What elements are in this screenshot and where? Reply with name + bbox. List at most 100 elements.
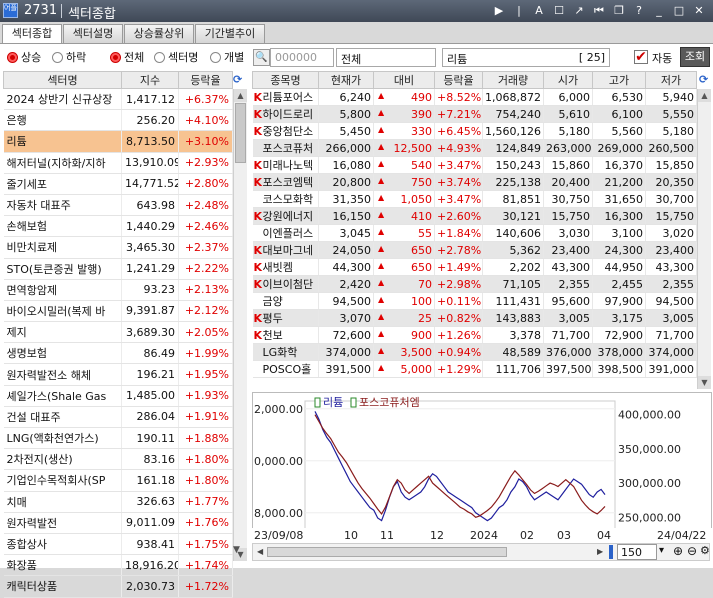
scroll-up-icon[interactable]: ▲ (234, 89, 247, 102)
sector-row[interactable]: 건설 대표주 286.04 +1.91% (3, 406, 233, 429)
clip-icon[interactable]: ☐ (549, 3, 569, 19)
play-icon[interactable]: ▶ (489, 3, 509, 19)
sector-row[interactable]: 기업인수목적회사(SP 161.18 +1.80% (3, 469, 233, 492)
selected-sector-field[interactable]: 리튬 [ 25] (442, 48, 610, 67)
zoom-slider-icon[interactable] (609, 545, 613, 559)
minimize-icon[interactable]: _ (649, 3, 669, 19)
sector-row[interactable]: 리튬 8,713.50 +3.10% (3, 130, 233, 153)
stock-row[interactable]: 이엔플러스 3,045 ▲ 55 +1.84% 140,606 3,030 3,100 3,02… (252, 224, 697, 242)
tab-sector-description[interactable]: 섹터설명 (63, 24, 123, 43)
col-volume[interactable]: 거래량 (482, 71, 544, 89)
sector-row[interactable]: 원자력발전 9,011.09 +1.76% (3, 512, 233, 534)
radio-up-icon[interactable] (7, 51, 18, 63)
stock-row[interactable]: K평두 3,070 ▲ 25 +0.82% 143,883 3,005 3,175 3,005 (252, 309, 697, 327)
query-button[interactable]: 조회 (680, 47, 710, 67)
stock-row[interactable]: K새빗켐 44,300 ▲ 650 +1.49% 2,202 43,300 44,950 43,… (252, 258, 697, 276)
sector-row[interactable]: 해저터널(지하화/지하 13,910.09 +2.93% (3, 152, 233, 174)
col-diff[interactable]: 대비 (373, 71, 435, 89)
auto-checkbox[interactable]: ✔ (634, 50, 648, 64)
link-icon[interactable]: ↗ (569, 3, 589, 19)
stock-row[interactable]: K포스코엠텍 20,800 ▲ 750 +3.74% 225,138 20,400 21,20… (252, 173, 697, 191)
col-high[interactable]: 고가 (592, 71, 646, 89)
help-icon[interactable]: ? (629, 3, 649, 19)
zoom-spin-icon[interactable]: ▾ (659, 545, 671, 556)
copy-icon[interactable]: ❐ (609, 3, 629, 19)
col-low[interactable]: 저가 (645, 71, 697, 89)
stock-row[interactable]: K하이드로리 5,800 ▲ 390 +7.21% 754,240 5,610 6,100 5,… (252, 105, 697, 123)
tab-period-trend[interactable]: 기간별추이 (195, 24, 265, 43)
sector-row[interactable]: 은행 256.20 +4.10% (3, 109, 233, 132)
filter-all[interactable]: 전체 (110, 48, 144, 66)
filter-individual[interactable]: 개별 (210, 48, 244, 66)
stock-row[interactable]: K중앙첨단소 5,450 ▲ 330 +6.45% 1,560,126 5,180 5,560… (252, 122, 697, 140)
sector-scrollbar[interactable]: ▲ ▼ (233, 89, 247, 561)
chart-scroll-left-icon[interactable]: ◀ (257, 547, 267, 557)
col-price[interactable]: 현재가 (318, 71, 374, 89)
stock-scroll-up-icon[interactable]: ▲ (698, 89, 711, 102)
chart-scroll-right-icon[interactable]: ▶ (597, 547, 607, 557)
chart-h-scroll-thumb[interactable] (267, 547, 507, 557)
sector-row[interactable]: 제지 3,689.30 +2.05% (3, 321, 233, 344)
sector-row[interactable]: 셰일가스(Shale Gas 1,485.00 +1.93% (3, 385, 233, 407)
sector-row[interactable]: 줄기세포 14,771.52 +2.80% (3, 173, 233, 195)
sector-row[interactable]: 비만치료제 3,465.30 +2.37% (3, 236, 233, 259)
stock-scroll-down-icon[interactable]: ▼ (698, 376, 711, 389)
refresh-icon[interactable]: ⟳ (233, 73, 242, 86)
sector-row[interactable]: 손해보험 1,440.29 +2.46% (3, 215, 233, 238)
search-icon[interactable]: 🔍 (253, 49, 270, 66)
col-change[interactable]: 등락율 (178, 71, 233, 89)
radio-all-icon[interactable] (110, 51, 121, 63)
radio-down-icon[interactable] (52, 51, 63, 63)
text-icon[interactable]: A (529, 3, 549, 19)
sector-row[interactable]: 2차전지(생산) 83.16 +1.80% (3, 448, 233, 471)
filter-down[interactable]: 하락 (52, 48, 86, 66)
zoom-input[interactable]: 150 (617, 544, 657, 560)
stock-row[interactable]: K대보마그네 24,050 ▲ 650 +2.78% 5,362 23,400 24,300 2… (252, 241, 697, 259)
zoom-out-icon[interactable]: ⊖ (687, 544, 697, 558)
first-icon[interactable]: ⏮ (589, 3, 609, 19)
sector-scroll-thumb[interactable] (235, 103, 246, 163)
stock-row[interactable]: K이브이첨단 2,420 ▲ 70 +2.98% 71,105 2,355 2,455 2,35… (252, 275, 697, 293)
stock-scrollbar[interactable]: ▲ ▼ (697, 89, 711, 389)
col-sector-name[interactable]: 섹터명 (3, 71, 122, 89)
filter-up[interactable]: 상승 (7, 48, 41, 66)
sector-row[interactable]: 바이오시밀러(복제 바 9,391.87 +2.12% (3, 300, 233, 323)
sector-h-scroll[interactable]: ▼ (4, 544, 248, 560)
refresh-stock-icon[interactable]: ⟳ (699, 73, 708, 86)
stock-row[interactable]: K리튬포어스 6,240 ▲ 490 +8.52% 1,068,872 6,000 6,530… (252, 88, 697, 106)
stock-row[interactable]: K강원에너지 16,150 ▲ 410 +2.60% 30,121 15,750 16,300… (252, 207, 697, 225)
sector-row[interactable]: 생명보험 86.49 +1.99% (3, 342, 233, 365)
maximize-icon[interactable]: □ (669, 3, 689, 19)
stock-row[interactable]: K미래나노텍 16,080 ▲ 540 +3.47% 150,243 15,860 16,37… (252, 156, 697, 174)
col-stock-name[interactable]: 종목명 (252, 71, 319, 89)
sector-row[interactable]: LNG(액화천연가스) 190.11 +1.88% (3, 427, 233, 450)
price-cell: 44,300 (318, 258, 374, 276)
sector-row[interactable]: 치매 326.63 +1.77% (3, 491, 233, 513)
sector-h-scroll-icon[interactable]: ▼ (233, 545, 240, 555)
sector-row[interactable]: 캐릭터상품 2,030.73 +1.72% (3, 575, 233, 598)
stock-row[interactable]: 금양 94,500 ▲ 100 +0.11% 111,431 95,600 97,900 94,… (252, 292, 697, 310)
sector-row[interactable]: STO(토큰증권 발행) 1,241.29 +2.22% (3, 258, 233, 280)
tab-top-gainers[interactable]: 상승률상위 (124, 24, 194, 43)
chart-settings-icon[interactable]: ⚙ (700, 544, 710, 557)
stock-row[interactable]: POSCO홀 391,500 ▲ 5,000 +1.29% 111,706 397,500 3… (252, 360, 697, 378)
filter-sector[interactable]: 섹터명 (154, 48, 198, 66)
zoom-in-icon[interactable]: ⊕ (673, 544, 683, 558)
sector-row[interactable]: 면역항암제 93.23 +2.13% (3, 279, 233, 301)
scope-input[interactable]: 전체 (336, 48, 436, 67)
stock-row[interactable]: 포스코퓨처 266,000 ▲ 12,500 +4.93% 124,849 263,000 2… (252, 139, 697, 157)
col-index[interactable]: 지수 (121, 71, 179, 89)
stock-row[interactable]: 코스모화학 31,350 ▲ 1,050 +3.47% 81,851 30,750 31,65… (252, 190, 697, 208)
stock-row[interactable]: LG화학 374,000 ▲ 3,500 +0.94% 48,589 376,000 378,… (252, 343, 697, 361)
tab-sector-summary[interactable]: 섹터종합 (2, 24, 62, 44)
stock-row[interactable]: K천보 72,600 ▲ 900 +1.26% 3,378 71,700 72,900 71,7… (252, 326, 697, 344)
sector-row[interactable]: 원자력발전소 해체 196.21 +1.95% (3, 363, 233, 386)
col-open[interactable]: 시가 (543, 71, 593, 89)
sector-row[interactable]: 2024 상반기 신규상장 1,417.12 +6.37% (3, 88, 233, 111)
close-icon[interactable]: ✕ (689, 3, 709, 19)
col-rate[interactable]: 등락율 (434, 71, 483, 89)
sector-row[interactable]: 자동차 대표주 643.98 +2.48% (3, 194, 233, 217)
radio-individual-icon[interactable] (210, 51, 221, 63)
code-input[interactable]: 000000 (270, 48, 334, 67)
radio-sector-icon[interactable] (154, 51, 165, 63)
